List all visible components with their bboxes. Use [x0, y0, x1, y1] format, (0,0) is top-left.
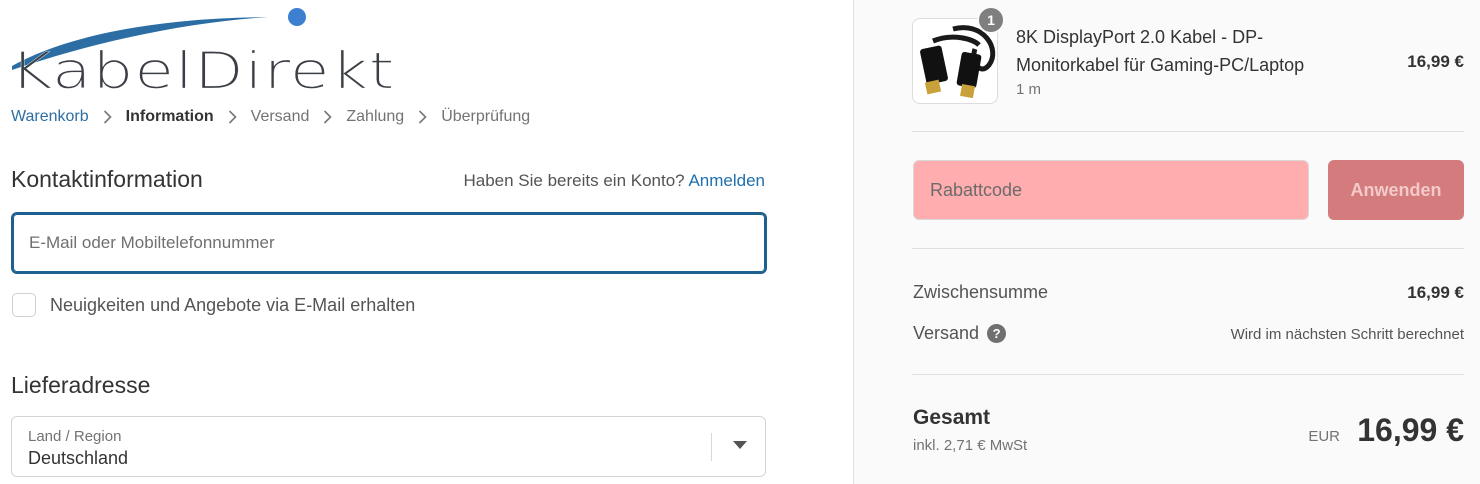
shipping-label: Versand: [913, 323, 980, 343]
breadcrumb-warenkorb[interactable]: Warenkorb: [11, 108, 89, 126]
chevron-right-icon: [228, 110, 237, 124]
tax-note: inkl. 2,71 € MwSt: [913, 437, 1028, 454]
checkout-main: KabelDirekt Warenkorb Information Versan…: [0, 0, 853, 484]
country-select[interactable]: Land / Region Deutschland: [11, 416, 766, 477]
shipping-section-title: Lieferadresse: [11, 372, 151, 398]
logo-wordmark: KabelDirekt: [10, 42, 396, 100]
chevron-right-icon: [323, 110, 333, 124]
contact-section-title: Kontaktinformation: [11, 166, 203, 192]
subtotal-label: Zwischensumme: [913, 282, 1049, 302]
newsletter-checkbox[interactable]: [12, 293, 36, 317]
order-summary: 1 8K DisplayPort 2.0 Kabel - DP-Monitork…: [853, 0, 1480, 484]
breadcrumb-information: Information: [125, 108, 214, 125]
kabeldirekt-logo[interactable]: KabelDirekt: [10, 4, 440, 100]
breadcrumb: Warenkorb Information Versand Zahlung Üb…: [11, 108, 530, 126]
newsletter-option[interactable]: Neuigkeiten und Angebote via E-Mail erha…: [12, 293, 415, 317]
divider: [912, 374, 1464, 375]
quantity-badge: 1: [977, 6, 1005, 34]
question-mark-icon[interactable]: ?: [987, 324, 1007, 343]
total-label: Gesamt: [913, 406, 991, 429]
chevron-down-icon[interactable]: [733, 441, 747, 449]
shipping-value: Wird im nächsten Schritt berechnet: [1230, 326, 1464, 343]
chevron-right-icon: [103, 110, 112, 124]
apply-discount-button[interactable]: Anwenden: [1328, 160, 1464, 220]
divider: [912, 131, 1464, 132]
product-variant: 1 m: [1016, 81, 1042, 98]
shipping-row: Versand ?: [913, 323, 1007, 344]
divider: [912, 248, 1464, 249]
discount-code-field[interactable]: [913, 160, 1309, 220]
total-amount: 16,99 €: [1357, 412, 1464, 448]
product-name: 8K DisplayPort 2.0 Kabel - DP-Monitorkab…: [1016, 27, 1305, 75]
breadcrumb-versand: Versand: [250, 108, 310, 125]
chevron-right-icon: [418, 110, 427, 124]
login-link[interactable]: Anmelden: [688, 171, 765, 190]
breadcrumb-ueberpruefung: Überprüfung: [441, 108, 531, 125]
product-price: 16,99 €: [1407, 52, 1464, 71]
subtotal-value: 16,99 €: [1407, 283, 1464, 302]
login-prompt-text: Haben Sie bereits ein Konto?: [463, 171, 685, 190]
select-divider: [711, 433, 712, 461]
email-field[interactable]: [11, 212, 767, 274]
breadcrumb-zahlung: Zahlung: [346, 108, 405, 125]
login-hint: Haben Sie bereits ein Konto? Anmelden: [463, 171, 765, 191]
newsletter-label: Neuigkeiten und Angebote via E-Mail erha…: [50, 294, 416, 315]
country-select-label: Land / Region: [28, 428, 122, 445]
country-select-value: Deutschland: [28, 448, 129, 468]
currency-code: EUR: [1308, 428, 1340, 445]
